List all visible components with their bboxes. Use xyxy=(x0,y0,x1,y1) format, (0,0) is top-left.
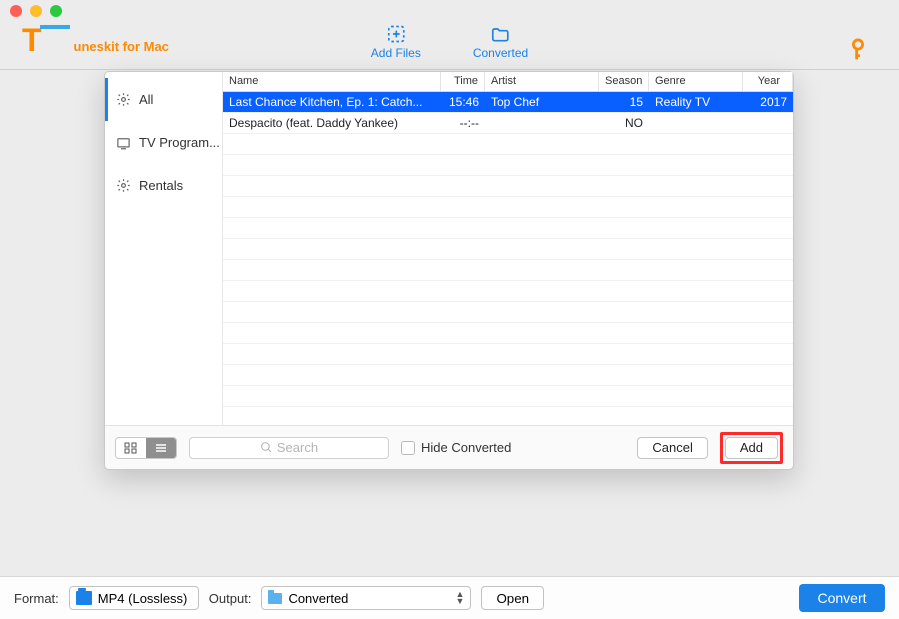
gear-icon xyxy=(116,178,131,193)
table-row-empty xyxy=(223,281,793,302)
table-row-empty xyxy=(223,302,793,323)
cell-year xyxy=(743,113,793,133)
table-row-empty xyxy=(223,365,793,386)
cell-time: 15:46 xyxy=(441,92,485,112)
table-row-empty xyxy=(223,134,793,155)
sidebar-item-all[interactable]: All xyxy=(105,78,222,121)
window-maximize-button[interactable] xyxy=(50,5,62,17)
window-minimize-button[interactable] xyxy=(30,5,42,17)
cell-genre xyxy=(649,113,743,133)
table-row-empty xyxy=(223,197,793,218)
format-select[interactable]: MP4 (Lossless) xyxy=(69,586,199,610)
open-button[interactable]: Open xyxy=(481,586,544,610)
search-placeholder: Search xyxy=(277,440,318,455)
cell-artist xyxy=(485,113,599,133)
list-view-button[interactable] xyxy=(146,438,176,458)
sidebar-item-rentals[interactable]: Rentals xyxy=(105,164,222,207)
format-value: MP4 (Lossless) xyxy=(98,591,188,606)
add-button[interactable]: Add xyxy=(725,437,778,459)
hide-converted-label: Hide Converted xyxy=(421,440,511,455)
table-row[interactable]: Despacito (feat. Daddy Yankee)--:-- NO xyxy=(223,113,793,134)
sidebar-item-tv-programmes[interactable]: TV Program... xyxy=(105,121,222,164)
converted-icon xyxy=(490,24,512,44)
tv-icon xyxy=(116,135,131,150)
converted-button[interactable]: Converted xyxy=(473,24,528,60)
mp4-icon xyxy=(76,591,92,605)
th-time[interactable]: Time xyxy=(441,72,485,91)
cell-name: Last Chance Kitchen, Ep. 1: Catch... xyxy=(223,92,441,112)
table-row-empty xyxy=(223,218,793,239)
cell-artist: Top Chef xyxy=(485,92,599,112)
dialog-sidebar: All TV Program... Rentals xyxy=(105,72,223,425)
cell-season: 15 xyxy=(599,92,649,112)
add-button-highlight: Add xyxy=(720,432,783,464)
grid-view-button[interactable] xyxy=(116,438,146,458)
app-logo: T uneskit for Mac xyxy=(22,24,169,56)
table-row-empty xyxy=(223,386,793,407)
cell-name: Despacito (feat. Daddy Yankee) xyxy=(223,113,441,133)
cell-genre: Reality TV xyxy=(649,92,743,112)
table-row-empty xyxy=(223,260,793,281)
bottom-bar: Format: MP4 (Lossless) Output: Converted… xyxy=(0,576,899,619)
checkbox-icon xyxy=(401,441,415,455)
gear-icon xyxy=(116,92,131,107)
window-close-button[interactable] xyxy=(10,5,22,17)
table-header: Name Time Artist Season Genre Year xyxy=(223,72,793,92)
th-year[interactable]: Year xyxy=(743,72,793,91)
th-name[interactable]: Name xyxy=(223,72,441,91)
hide-converted-checkbox[interactable]: Hide Converted xyxy=(401,440,511,455)
register-key-icon[interactable] xyxy=(842,35,873,66)
cancel-button[interactable]: Cancel xyxy=(637,437,707,459)
window-titlebar xyxy=(0,0,899,22)
convert-button[interactable]: Convert xyxy=(799,584,885,612)
updown-icon: ▲▼ xyxy=(456,591,465,605)
dialog-footer: Search Hide Converted Cancel Add xyxy=(105,425,793,469)
table-body: Last Chance Kitchen, Ep. 1: Catch...15:4… xyxy=(223,92,793,425)
th-artist[interactable]: Artist xyxy=(485,72,599,91)
folder-icon xyxy=(268,593,282,604)
table-row-empty xyxy=(223,176,793,197)
table-row-empty xyxy=(223,155,793,176)
table-row-empty xyxy=(223,344,793,365)
output-select[interactable]: Converted ▲▼ xyxy=(261,586,471,610)
cell-year: 2017 xyxy=(743,92,793,112)
add-files-icon xyxy=(385,24,407,44)
search-icon xyxy=(260,441,273,454)
add-files-button[interactable]: Add Files xyxy=(371,24,421,60)
format-label: Format: xyxy=(14,591,59,606)
add-files-label: Add Files xyxy=(371,46,421,60)
table-row-empty xyxy=(223,239,793,260)
view-toggle xyxy=(115,437,177,459)
sidebar-item-label: All xyxy=(139,92,153,107)
th-season[interactable]: Season xyxy=(599,72,649,91)
output-value: Converted xyxy=(288,591,348,606)
sidebar-item-label: TV Program... xyxy=(139,135,220,150)
output-label: Output: xyxy=(209,591,252,606)
add-files-dialog: All TV Program... Rentals Name Time Arti… xyxy=(104,71,794,470)
cell-time: --:-- xyxy=(441,113,485,133)
sidebar-item-label: Rentals xyxy=(139,178,183,193)
search-input[interactable]: Search xyxy=(189,437,389,459)
converted-label: Converted xyxy=(473,46,528,60)
table-row-empty xyxy=(223,407,793,425)
table-row-empty xyxy=(223,323,793,344)
table-row[interactable]: Last Chance Kitchen, Ep. 1: Catch...15:4… xyxy=(223,92,793,113)
files-table: Name Time Artist Season Genre Year Last … xyxy=(223,72,793,425)
cell-season: NO xyxy=(599,113,649,133)
th-genre[interactable]: Genre xyxy=(649,72,743,91)
app-name: uneskit for Mac xyxy=(74,39,169,54)
main-toolbar: T uneskit for Mac Add Files Converted xyxy=(0,22,899,70)
